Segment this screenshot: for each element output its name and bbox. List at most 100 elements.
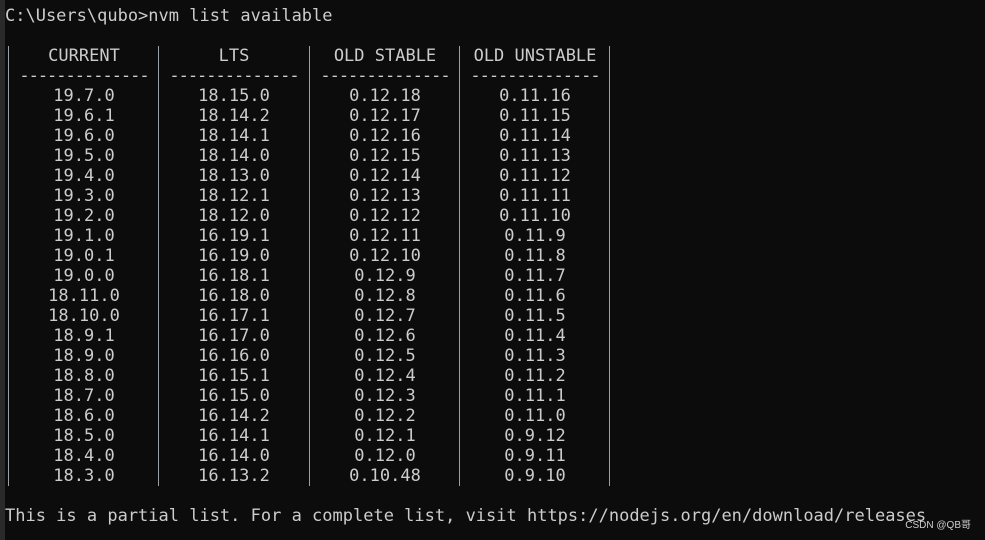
version-cell: 0.12.1 — [354, 426, 416, 446]
version-cell: 19.2.0 — [53, 206, 115, 226]
version-cell: 18.11.0 — [48, 286, 120, 306]
version-cell: 19.6.0 — [53, 126, 115, 146]
version-cell: 0.12.11 — [349, 226, 421, 246]
version-cell: 18.8.0 — [53, 366, 115, 386]
version-cell: 18.3.0 — [53, 466, 115, 486]
header-underline: -------------- — [470, 66, 600, 86]
version-cell: 16.19.0 — [198, 246, 270, 266]
version-cell: 0.11.10 — [499, 206, 571, 226]
version-cell: 19.0.0 — [53, 266, 115, 286]
version-cell: 19.6.1 — [53, 106, 115, 126]
window-edge — [0, 0, 5, 540]
version-cell: 18.10.0 — [48, 306, 120, 326]
version-cell: 16.14.1 — [198, 426, 270, 446]
version-cell: 18.5.0 — [53, 426, 115, 446]
version-cell: 0.11.7 — [504, 266, 566, 286]
version-cell: 0.12.6 — [354, 326, 416, 346]
version-cell: 0.11.3 — [504, 346, 566, 366]
version-cell: 18.7.0 — [53, 386, 115, 406]
version-cell: 0.11.15 — [499, 106, 571, 126]
header-underline: -------------- — [169, 66, 299, 86]
header-underline: -------------- — [320, 66, 450, 86]
version-cell: 19.4.0 — [53, 166, 115, 186]
version-cell: 0.11.5 — [504, 306, 566, 326]
column-old-unstable: OLD UNSTABLE -------------- 0.11.16 0.11.… — [461, 46, 609, 486]
table-divider — [459, 46, 460, 486]
version-cell: 0.11.9 — [504, 226, 566, 246]
column-header: CURRENT — [48, 46, 120, 66]
version-cell: 18.14.0 — [198, 146, 270, 166]
version-cell: 0.12.3 — [354, 386, 416, 406]
version-cell: 16.15.1 — [198, 366, 270, 386]
version-cell: 18.4.0 — [53, 446, 115, 466]
version-cell: 16.17.0 — [198, 326, 270, 346]
version-cell: 16.18.1 — [198, 266, 270, 286]
footer-message: This is a partial list. For a complete l… — [5, 506, 927, 526]
version-cell: 18.14.2 — [198, 106, 270, 126]
version-cell: 18.12.0 — [198, 206, 270, 226]
version-cell: 0.11.1 — [504, 386, 566, 406]
terminal-window[interactable]: C:\Users\qubo>nvm list available CURRENT… — [0, 0, 985, 540]
command-prompt-line: C:\Users\qubo>nvm list available — [5, 6, 333, 26]
version-cell: 0.12.9 — [354, 266, 416, 286]
version-cell: 16.13.2 — [198, 466, 270, 486]
version-cell: 0.12.17 — [349, 106, 421, 126]
version-cell: 0.12.16 — [349, 126, 421, 146]
version-cell: 0.12.4 — [354, 366, 416, 386]
version-cell: 19.7.0 — [53, 86, 115, 106]
table-divider — [609, 46, 610, 486]
version-cell: 0.12.10 — [349, 246, 421, 266]
version-cell: 16.15.0 — [198, 386, 270, 406]
version-cell: 0.12.5 — [354, 346, 416, 366]
version-cell: 18.13.0 — [198, 166, 270, 186]
header-underline: -------------- — [19, 66, 149, 86]
version-cell: 0.11.4 — [504, 326, 566, 346]
column-header: OLD STABLE — [333, 46, 437, 66]
version-cell: 0.11.14 — [499, 126, 571, 146]
version-cell: 0.10.48 — [349, 466, 421, 486]
version-cell: 0.12.7 — [354, 306, 416, 326]
column-old-stable: OLD STABLE -------------- 0.12.18 0.12.17… — [311, 46, 459, 486]
table-divider — [309, 46, 310, 486]
version-cell: 0.9.12 — [504, 426, 566, 446]
version-cell: 16.14.0 — [198, 446, 270, 466]
version-cell: 16.18.0 — [198, 286, 270, 306]
version-cell: 0.12.15 — [349, 146, 421, 166]
version-cell: 18.15.0 — [198, 86, 270, 106]
column-lts: LTS -------------- 18.15.0 18.14.2 18.14.1… — [160, 46, 308, 486]
version-cell: 0.11.6 — [504, 286, 566, 306]
version-cell: 0.11.16 — [499, 86, 571, 106]
column-current: CURRENT -------------- 19.7.0 19.6.1 19.6.… — [10, 46, 158, 486]
version-cell: 16.14.2 — [198, 406, 270, 426]
version-cell: 0.11.8 — [504, 246, 566, 266]
version-cell: 19.1.0 — [53, 226, 115, 246]
version-cell: 0.11.13 — [499, 146, 571, 166]
version-cell: 18.9.1 — [53, 326, 115, 346]
version-cell: 16.16.0 — [198, 346, 270, 366]
versions-table: CURRENT -------------- 19.7.0 19.6.1 19.6.… — [8, 46, 610, 486]
version-cell: 18.9.0 — [53, 346, 115, 366]
table-divider — [8, 46, 9, 486]
version-cell: 0.11.11 — [499, 186, 571, 206]
version-cell: 0.12.12 — [349, 206, 421, 226]
version-cell: 0.9.11 — [504, 446, 566, 466]
version-cell: 0.11.0 — [504, 406, 566, 426]
column-header: LTS — [218, 46, 250, 66]
version-cell: 0.11.2 — [504, 366, 566, 386]
version-cell: 0.12.8 — [354, 286, 416, 306]
version-cell: 18.12.1 — [198, 186, 270, 206]
version-cell: 0.9.10 — [504, 466, 566, 486]
version-cell: 19.3.0 — [53, 186, 115, 206]
version-cell: 16.19.1 — [198, 226, 270, 246]
version-cell: 0.12.2 — [354, 406, 416, 426]
version-cell: 0.12.13 — [349, 186, 421, 206]
version-cell: 19.5.0 — [53, 146, 115, 166]
version-cell: 16.17.1 — [198, 306, 270, 326]
column-header: OLD UNSTABLE — [473, 46, 597, 66]
watermark: CSDN @QB哥 — [905, 520, 971, 531]
version-cell: 18.14.1 — [198, 126, 270, 146]
version-cell: 19.0.1 — [53, 246, 115, 266]
version-cell: 0.12.14 — [349, 166, 421, 186]
table-divider — [158, 46, 159, 486]
version-cell: 0.11.12 — [499, 166, 571, 186]
